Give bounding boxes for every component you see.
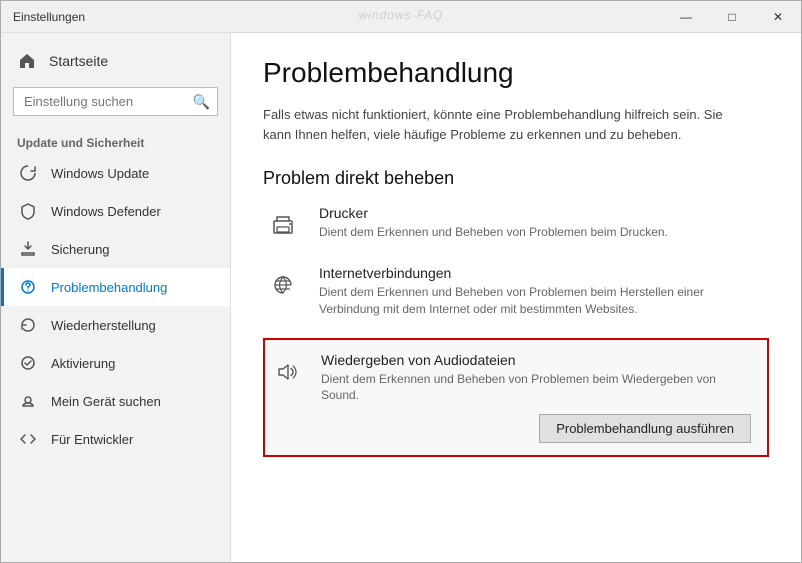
close-button[interactable]: ✕ (755, 1, 801, 33)
sidebar-item-fur-entwickler[interactable]: Für Entwickler (1, 420, 230, 458)
sidebar-item-label: Windows Update (51, 166, 149, 181)
item-audio-highlighted[interactable]: Wiedergeben von Audiodateien Dient dem E… (263, 338, 769, 458)
maximize-button[interactable]: □ (709, 1, 755, 33)
drucker-icon (263, 205, 303, 245)
item-drucker[interactable]: Drucker Dient dem Erkennen und Beheben v… (263, 205, 769, 245)
sidebar-item-problembehandlung[interactable]: Problembehandlung (1, 268, 230, 306)
section-title: Problem direkt beheben (263, 168, 769, 189)
sidebar-item-home[interactable]: Startseite (1, 43, 230, 79)
wiederherstellung-icon (17, 314, 39, 336)
sidebar-item-label: Sicherung (51, 242, 110, 257)
sidebar-item-aktivierung[interactable]: Aktivierung (1, 344, 230, 382)
sidebar: Startseite 🔍 Update und Sicherheit Windo… (1, 33, 231, 562)
window: Einstellungen windows-FAQ — □ ✕ Startsei… (0, 0, 802, 563)
sidebar-item-wiederherstellung[interactable]: Wiederherstellung (1, 306, 230, 344)
window-controls: — □ ✕ (663, 1, 801, 32)
home-label: Startseite (49, 53, 108, 69)
internetverbindungen-icon (263, 265, 303, 305)
run-troubleshooter-button[interactable]: Problembehandlung ausführen (539, 414, 751, 443)
sidebar-item-windows-update[interactable]: Windows Update (1, 154, 230, 192)
windows-defender-icon (17, 200, 39, 222)
sidebar-item-label: Aktivierung (51, 356, 115, 371)
sicherung-icon (17, 238, 39, 260)
windows-update-icon (17, 162, 39, 184)
audio-text: Wiedergeben von Audiodateien Dient dem E… (321, 352, 751, 405)
internetverbindungen-text: Internetverbindungen Dient dem Erkennen … (319, 265, 749, 318)
page-description: Falls etwas nicht funktioniert, könnte e… (263, 105, 743, 144)
sidebar-item-label: Windows Defender (51, 204, 161, 219)
audio-footer: Problembehandlung ausführen (265, 404, 753, 443)
page-title: Problembehandlung (263, 57, 769, 89)
search-icon: 🔍 (193, 93, 210, 110)
audio-desc: Dient dem Erkennen und Beheben von Probl… (321, 371, 751, 405)
item-internetverbindungen[interactable]: Internetverbindungen Dient dem Erkennen … (263, 265, 769, 318)
sidebar-item-sicherung[interactable]: Sicherung (1, 230, 230, 268)
drucker-desc: Dient dem Erkennen und Beheben von Probl… (319, 224, 668, 241)
content-area: Problembehandlung Falls etwas nicht funk… (231, 33, 801, 562)
sidebar-item-label: Wiederherstellung (51, 318, 156, 333)
audio-row: Wiedergeben von Audiodateien Dient dem E… (265, 352, 753, 405)
sidebar-item-label: Mein Gerät suchen (51, 394, 161, 409)
sidebar-section-label: Update und Sicherheit (1, 128, 230, 154)
audio-title: Wiedergeben von Audiodateien (321, 352, 751, 368)
fur-entwickler-icon (17, 428, 39, 450)
window-title: Einstellungen (13, 10, 85, 24)
sidebar-item-label: Für Entwickler (51, 432, 133, 447)
mein-gerat-icon (17, 390, 39, 412)
internetverbindungen-desc: Dient dem Erkennen und Beheben von Probl… (319, 284, 749, 318)
sidebar-item-label: Problembehandlung (51, 280, 167, 295)
titlebar: Einstellungen windows-FAQ — □ ✕ (1, 1, 801, 33)
watermark: windows-FAQ (359, 8, 444, 22)
audio-icon (265, 352, 305, 392)
main-content: Startseite 🔍 Update und Sicherheit Windo… (1, 33, 801, 562)
sidebar-item-mein-gerat[interactable]: Mein Gerät suchen (1, 382, 230, 420)
drucker-title: Drucker (319, 205, 668, 221)
search-input[interactable] (13, 87, 218, 116)
sidebar-item-windows-defender[interactable]: Windows Defender (1, 192, 230, 230)
drucker-text: Drucker Dient dem Erkennen und Beheben v… (319, 205, 668, 241)
search-box: 🔍 (13, 87, 218, 116)
internetverbindungen-title: Internetverbindungen (319, 265, 749, 281)
home-icon (17, 51, 37, 71)
aktivierung-icon (17, 352, 39, 374)
minimize-button[interactable]: — (663, 1, 709, 33)
problembehandlung-icon (17, 276, 39, 298)
